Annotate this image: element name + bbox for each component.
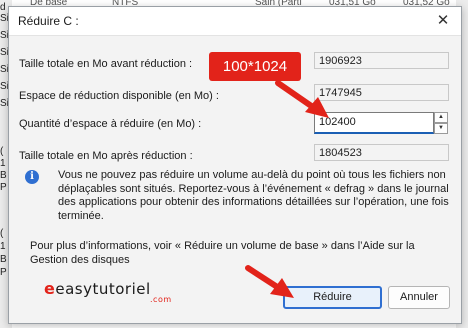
title-bar: Réduire C : ✕ (9, 7, 461, 36)
logo-e-icon: e (44, 279, 56, 298)
close-icon[interactable]: ✕ (433, 11, 453, 31)
total-before-value: 1906923 (314, 52, 449, 69)
shrink-amount-stepper[interactable]: ▲ ▼ (434, 112, 448, 134)
total-after-value: 1804523 (314, 144, 449, 161)
shrink-button[interactable]: Réduire (283, 286, 382, 309)
bg-fragment: P (0, 267, 7, 278)
shrink-amount-label: Quantité d’espace à réduire (en Mo) : (19, 118, 202, 130)
bg-fragment: B (0, 170, 7, 181)
annotation-callout: 100*1024 (209, 52, 301, 81)
bg-fragment: ( (0, 146, 4, 157)
bg-fragment: 1 (0, 241, 6, 252)
bg-fragment: ( (0, 228, 4, 239)
bg-fragment: 1 (0, 158, 6, 169)
logo-suffix: .com (150, 295, 172, 304)
available-space-value: 1747945 (314, 84, 449, 101)
info-message: Vous ne pouvez pas réduire un volume au-… (58, 169, 449, 222)
help-message: Pour plus d’informations, voir « Réduire… (30, 240, 415, 266)
bg-fragment: d (0, 2, 6, 13)
logo-brand: easytutoriel (55, 280, 151, 298)
chevron-down-icon[interactable]: ▼ (434, 123, 448, 134)
bg-fragment: P (0, 182, 7, 193)
shrink-amount-input[interactable]: 102400 (314, 112, 434, 134)
dialog-title: Réduire C : (18, 14, 79, 28)
total-after-label: Taille totale en Mo après réduction : (19, 150, 193, 162)
cancel-button[interactable]: Annuler (388, 286, 450, 309)
bg-fragment: B (0, 254, 7, 265)
info-icon: i (25, 170, 39, 184)
chevron-up-icon[interactable]: ▲ (434, 112, 448, 123)
total-before-label: Taille totale en Mo avant réduction : (19, 58, 193, 70)
available-space-label: Espace de réduction disponible (en Mo) : (19, 90, 219, 102)
watermark-logo: eeasytutoriel .com (44, 279, 171, 304)
